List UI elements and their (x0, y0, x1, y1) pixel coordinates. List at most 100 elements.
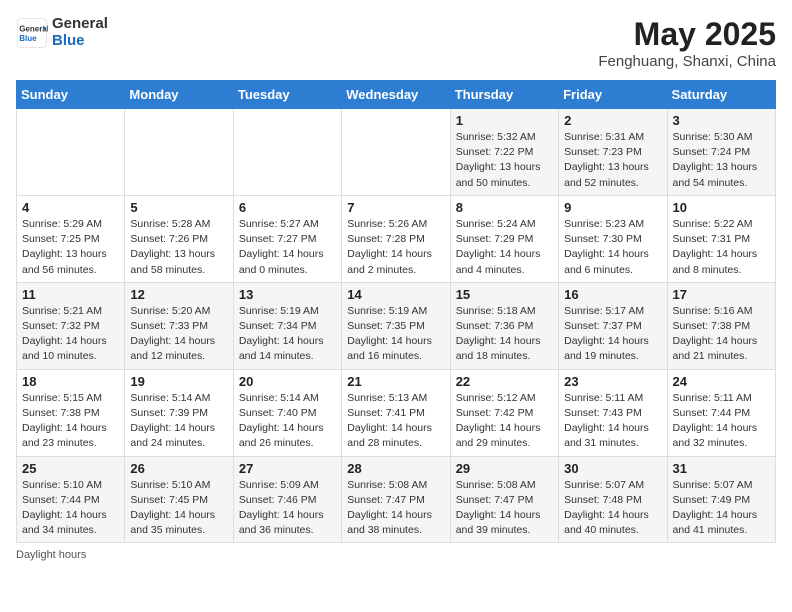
calendar-cell (233, 109, 341, 196)
calendar-cell: 20 Sunrise: 5:14 AM Sunset: 7:40 PM Dayli… (233, 369, 341, 456)
day-number: 22 (456, 374, 553, 389)
calendar-cell (125, 109, 233, 196)
day-number: 14 (347, 287, 444, 302)
logo-icon: General Blue (16, 17, 48, 49)
day-number: 31 (673, 461, 770, 476)
day-number: 11 (22, 287, 119, 302)
day-number: 15 (456, 287, 553, 302)
calendar-cell: 11 Sunrise: 5:21 AM Sunset: 7:32 PM Dayli… (17, 282, 125, 369)
calendar-body: 1Sunrise: 5:32 AM Sunset: 7:22 PM Daylig… (17, 109, 776, 543)
calendar-cell: 9 Sunrise: 5:23 AM Sunset: 7:30 PM Daylig… (559, 195, 667, 282)
day-info: Sunrise: 5:12 AM Sunset: 7:42 PM Dayligh… (456, 391, 553, 452)
day-info: Sunrise: 5:11 AM Sunset: 7:44 PM Dayligh… (673, 391, 770, 452)
day-number: 18 (22, 374, 119, 389)
day-number: 13 (239, 287, 336, 302)
calendar-cell: 7 Sunrise: 5:26 AM Sunset: 7:28 PM Daylig… (342, 195, 450, 282)
day-header-sunday: Sunday (17, 81, 125, 109)
calendar-cell: 17Sunrise: 5:16 AM Sunset: 7:38 PM Dayli… (667, 282, 775, 369)
day-number: 10 (673, 200, 770, 215)
day-number: 8 (456, 200, 553, 215)
day-info: Sunrise: 5:22 AM Sunset: 7:31 PM Dayligh… (673, 217, 770, 278)
day-info: Sunrise: 5:15 AM Sunset: 7:38 PM Dayligh… (22, 391, 119, 452)
calendar-cell: 12Sunrise: 5:20 AM Sunset: 7:33 PM Dayli… (125, 282, 233, 369)
day-number: 5 (130, 200, 227, 215)
calendar-cell (342, 109, 450, 196)
calendar-cell: 31Sunrise: 5:07 AM Sunset: 7:49 PM Dayli… (667, 456, 775, 543)
calendar-cell: 8 Sunrise: 5:24 AM Sunset: 7:29 PM Daylig… (450, 195, 558, 282)
calendar-cell: 24Sunrise: 5:11 AM Sunset: 7:44 PM Dayli… (667, 369, 775, 456)
day-header-friday: Friday (559, 81, 667, 109)
day-info: Sunrise: 5:14 AM Sunset: 7:39 PM Dayligh… (130, 391, 227, 452)
day-info: Sunrise: 5:14 AM Sunset: 7:40 PM Dayligh… (239, 391, 336, 452)
day-number: 2 (564, 113, 661, 128)
calendar-cell: 2 Sunrise: 5:31 AM Sunset: 7:23 PM Daylig… (559, 109, 667, 196)
day-number: 20 (239, 374, 336, 389)
calendar-cell (17, 109, 125, 196)
day-number: 4 (22, 200, 119, 215)
calendar-cell: 13 Sunrise: 5:19 AM Sunset: 7:34 PM Dayli… (233, 282, 341, 369)
calendar-cell: 19 Sunrise: 5:14 AM Sunset: 7:39 PM Dayli… (125, 369, 233, 456)
title-area: May 2025 Fenghuang, Shanxi, China (598, 16, 776, 70)
day-info: Sunrise: 5:08 AM Sunset: 7:47 PM Dayligh… (347, 478, 444, 539)
day-header-wednesday: Wednesday (342, 81, 450, 109)
day-info: Sunrise: 5:21 AM Sunset: 7:32 PM Dayligh… (22, 304, 119, 365)
day-number: 29 (456, 461, 553, 476)
day-number: 17 (673, 287, 770, 302)
calendar-cell: 4 Sunrise: 5:29 AM Sunset: 7:25 PM Daylig… (17, 195, 125, 282)
calendar-cell: 29Sunrise: 5:08 AM Sunset: 7:47 PM Dayli… (450, 456, 558, 543)
day-info: Sunrise: 5:26 AM Sunset: 7:28 PM Dayligh… (347, 217, 444, 278)
day-info: Sunrise: 5:17 AM Sunset: 7:37 PM Dayligh… (564, 304, 661, 365)
day-number: 25 (22, 461, 119, 476)
calendar-week-4: 18 Sunrise: 5:15 AM Sunset: 7:38 PM Dayli… (17, 369, 776, 456)
calendar-cell: 26Sunrise: 5:10 AM Sunset: 7:45 PM Dayli… (125, 456, 233, 543)
calendar-cell: 3Sunrise: 5:30 AM Sunset: 7:24 PM Daylig… (667, 109, 775, 196)
day-number: 23 (564, 374, 661, 389)
day-number: 21 (347, 374, 444, 389)
day-number: 7 (347, 200, 444, 215)
day-number: 9 (564, 200, 661, 215)
day-number: 30 (564, 461, 661, 476)
day-info: Sunrise: 5:19 AM Sunset: 7:34 PM Dayligh… (239, 304, 336, 365)
calendar-week-2: 4 Sunrise: 5:29 AM Sunset: 7:25 PM Daylig… (17, 195, 776, 282)
calendar-cell: 1Sunrise: 5:32 AM Sunset: 7:22 PM Daylig… (450, 109, 558, 196)
logo-blue-text: Blue (52, 33, 108, 50)
day-info: Sunrise: 5:27 AM Sunset: 7:27 PM Dayligh… (239, 217, 336, 278)
day-number: 28 (347, 461, 444, 476)
calendar-table: SundayMondayTuesdayWednesdayThursdayFrid… (16, 80, 776, 543)
day-info: Sunrise: 5:29 AM Sunset: 7:25 PM Dayligh… (22, 217, 119, 278)
day-number: 19 (130, 374, 227, 389)
day-info: Sunrise: 5:24 AM Sunset: 7:29 PM Dayligh… (456, 217, 553, 278)
calendar-cell: 18 Sunrise: 5:15 AM Sunset: 7:38 PM Dayli… (17, 369, 125, 456)
day-info: Sunrise: 5:07 AM Sunset: 7:48 PM Dayligh… (564, 478, 661, 539)
day-number: 12 (130, 287, 227, 302)
day-number: 3 (673, 113, 770, 128)
day-info: Sunrise: 5:13 AM Sunset: 7:41 PM Dayligh… (347, 391, 444, 452)
calendar-cell: 27Sunrise: 5:09 AM Sunset: 7:46 PM Dayli… (233, 456, 341, 543)
calendar-cell: 23 Sunrise: 5:11 AM Sunset: 7:43 PM Dayli… (559, 369, 667, 456)
day-info: Sunrise: 5:11 AM Sunset: 7:43 PM Dayligh… (564, 391, 661, 452)
day-number: 16 (564, 287, 661, 302)
calendar-cell: 25 Sunrise: 5:10 AM Sunset: 7:44 PM Dayli… (17, 456, 125, 543)
days-header-row: SundayMondayTuesdayWednesdayThursdayFrid… (17, 81, 776, 109)
day-header-monday: Monday (125, 81, 233, 109)
calendar-week-1: 1Sunrise: 5:32 AM Sunset: 7:22 PM Daylig… (17, 109, 776, 196)
day-info: Sunrise: 5:31 AM Sunset: 7:23 PM Dayligh… (564, 130, 661, 191)
day-number: 6 (239, 200, 336, 215)
calendar-cell: 6 Sunrise: 5:27 AM Sunset: 7:27 PM Daylig… (233, 195, 341, 282)
day-info: Sunrise: 5:10 AM Sunset: 7:45 PM Dayligh… (130, 478, 227, 539)
calendar-cell: 5 Sunrise: 5:28 AM Sunset: 7:26 PM Daylig… (125, 195, 233, 282)
calendar-cell: 14 Sunrise: 5:19 AM Sunset: 7:35 PM Dayli… (342, 282, 450, 369)
calendar-header: SundayMondayTuesdayWednesdayThursdayFrid… (17, 81, 776, 109)
calendar-cell: 28 Sunrise: 5:08 AM Sunset: 7:47 PM Dayli… (342, 456, 450, 543)
logo: General Blue General Blue (16, 16, 108, 49)
day-info: Sunrise: 5:19 AM Sunset: 7:35 PM Dayligh… (347, 304, 444, 365)
svg-text:Blue: Blue (19, 34, 37, 43)
day-info: Sunrise: 5:10 AM Sunset: 7:44 PM Dayligh… (22, 478, 119, 539)
day-header-thursday: Thursday (450, 81, 558, 109)
calendar-cell: 22 Sunrise: 5:12 AM Sunset: 7:42 PM Dayli… (450, 369, 558, 456)
day-header-tuesday: Tuesday (233, 81, 341, 109)
day-info: Sunrise: 5:28 AM Sunset: 7:26 PM Dayligh… (130, 217, 227, 278)
day-info: Sunrise: 5:23 AM Sunset: 7:30 PM Dayligh… (564, 217, 661, 278)
footer-note: Daylight hours (16, 549, 776, 561)
calendar-cell: 21 Sunrise: 5:13 AM Sunset: 7:41 PM Dayli… (342, 369, 450, 456)
